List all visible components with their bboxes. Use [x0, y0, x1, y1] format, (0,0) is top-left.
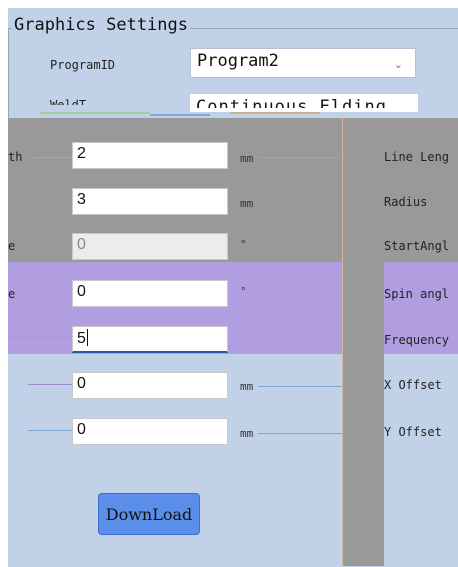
row-connector — [28, 430, 72, 431]
row-unit: mm — [240, 380, 254, 393]
frequency-value: 5 — [77, 330, 86, 347]
row-unit: ° — [240, 238, 247, 251]
row-left-label: e — [8, 239, 16, 253]
row-connector — [8, 337, 72, 338]
weld-type-value: Continuous Elding — [196, 97, 387, 112]
row-right-label: Frequency — [384, 333, 450, 347]
row-connector — [258, 386, 342, 387]
row-left-label: e — [8, 287, 16, 301]
start-angle-input: 0 — [72, 233, 228, 260]
program-id-value: Program2 — [197, 51, 279, 71]
program-id-label: ProgramID — [50, 58, 116, 72]
frequency-input[interactable]: 5 — [72, 326, 228, 353]
row-right-label: StartAngl — [384, 239, 450, 253]
row-connector — [258, 157, 340, 158]
download-button[interactable]: DownLoad — [98, 493, 200, 535]
text-caret — [86, 329, 88, 346]
graphics-settings-window: Graphics Settings ProgramID Program2 ⌄ W… — [0, 0, 458, 567]
render-artifact — [230, 112, 320, 114]
row-unit: mm — [240, 152, 254, 165]
program-id-dropdown[interactable]: Program2 ⌄ — [190, 48, 416, 78]
render-artifact — [40, 112, 150, 114]
row-right-label: Y Offset — [384, 425, 442, 439]
row-connector — [258, 433, 342, 434]
weld-type-dropdown[interactable]: Continuous Elding — [190, 94, 418, 112]
row-right-label: Spin angl — [384, 287, 450, 301]
row-unit: ° — [240, 285, 247, 298]
row-connector — [34, 157, 72, 158]
row-connector — [28, 384, 72, 385]
x-offset-input[interactable]: 0 — [72, 372, 228, 399]
row-right-label: X Offset — [384, 378, 442, 392]
render-artifact — [150, 114, 210, 116]
group-title: Graphics Settings — [12, 15, 190, 35]
spin-angle-input[interactable]: 0 — [72, 280, 228, 307]
column-separator — [342, 118, 343, 566]
line-length-input[interactable]: 2 — [72, 142, 228, 169]
row-unit: mm — [240, 197, 254, 210]
row-right-label: Line Leng — [384, 150, 450, 164]
radius-input[interactable]: 3 — [72, 188, 228, 215]
chevron-down-icon: ⌄ — [393, 58, 403, 71]
row-unit: mm — [240, 427, 254, 440]
row-right-label: Radius — [384, 195, 428, 209]
row-left-label: th — [8, 150, 23, 164]
y-offset-input[interactable]: 0 — [72, 418, 228, 445]
